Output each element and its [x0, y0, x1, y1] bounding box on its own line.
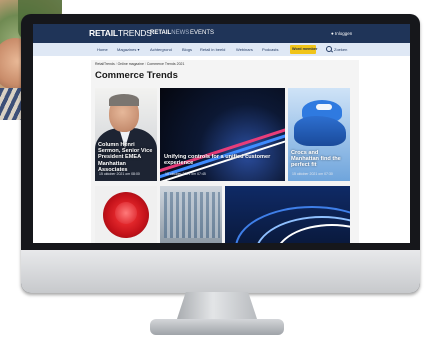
article-date: 15 oktober 2021 om 07:30 — [292, 172, 333, 176]
retailnews-logo[interactable]: RETAILNEWS — [150, 30, 189, 36]
article-title: Unifying controls for a unified customer… — [164, 154, 271, 167]
nav-item-home[interactable]: Home — [97, 47, 108, 52]
member-button-label: Word member — [292, 47, 318, 51]
article-card[interactable] — [225, 186, 350, 243]
nav-item-retail-in-beeld[interactable]: Retail in beeld — [200, 47, 225, 52]
breadcrumb-current: Commerce Trends 2021 — [146, 62, 185, 66]
shoe-logo — [316, 104, 332, 110]
website-screen: RETAILTRENDS RETAILNEWS EVENTS ● Inlogge… — [33, 24, 410, 243]
nav-item-podcasts[interactable]: Podcasts — [262, 47, 278, 52]
page-title: Commerce Trends — [95, 70, 178, 81]
breadcrumb: RetailTrends / Online magazine / Commerc… — [95, 62, 184, 66]
nav-item-blogs[interactable]: Blogs — [182, 47, 192, 52]
breadcrumb-magazine[interactable]: Online magazine — [118, 62, 144, 66]
light-streak — [160, 124, 285, 175]
login-label: Inloggen — [334, 31, 353, 36]
article-card[interactable]: Unifying controls for a unified customer… — [160, 88, 285, 181]
site-header: RETAILTRENDS RETAILNEWS EVENTS ● Inlogge… — [33, 24, 410, 43]
article-card[interactable]: Crocs and Manhattan find the perfect fit… — [288, 88, 350, 181]
nav-item-webinars[interactable]: Webinars — [236, 47, 253, 52]
warehouse-image — [164, 192, 220, 238]
article-date: 15 oktober 2021 om 07:45 — [165, 172, 206, 176]
shoe-image — [294, 116, 346, 146]
nav-item-magazines[interactable]: Magazines ▾ — [117, 47, 139, 52]
monitor-chin — [21, 250, 420, 293]
login-link[interactable]: ● Inloggen — [331, 31, 352, 36]
breadcrumb-home[interactable]: RetailTrends — [95, 62, 115, 66]
article-card[interactable]: Column Henri Sermon, Senior Vice Preside… — [95, 88, 157, 181]
events-link[interactable]: EVENTS — [190, 30, 214, 36]
monitor-stand — [176, 292, 258, 322]
main-nav: Home Magazines ▾ Achtergrond Blogs Retai… — [33, 43, 410, 56]
flower-center — [115, 202, 137, 224]
nav-item-achtergrond[interactable]: Achtergrond — [150, 47, 172, 52]
retailtrends-logo[interactable]: RETAILTRENDS — [89, 28, 152, 38]
member-button[interactable]: Word member — [290, 45, 318, 54]
monitor-base — [150, 319, 284, 335]
article-date: 15 oktober 2021 om 08:00 — [99, 172, 140, 176]
article-card[interactable] — [95, 186, 157, 243]
article-card[interactable] — [160, 186, 222, 243]
article-title: Column Henri Sermon, Senior Vice Preside… — [98, 142, 153, 173]
search-icon[interactable] — [326, 46, 332, 52]
article-title: Crocs and Manhattan find the perfect fit — [291, 150, 341, 169]
person-hair — [109, 94, 139, 106]
search-link[interactable]: Zoeken — [334, 47, 347, 52]
